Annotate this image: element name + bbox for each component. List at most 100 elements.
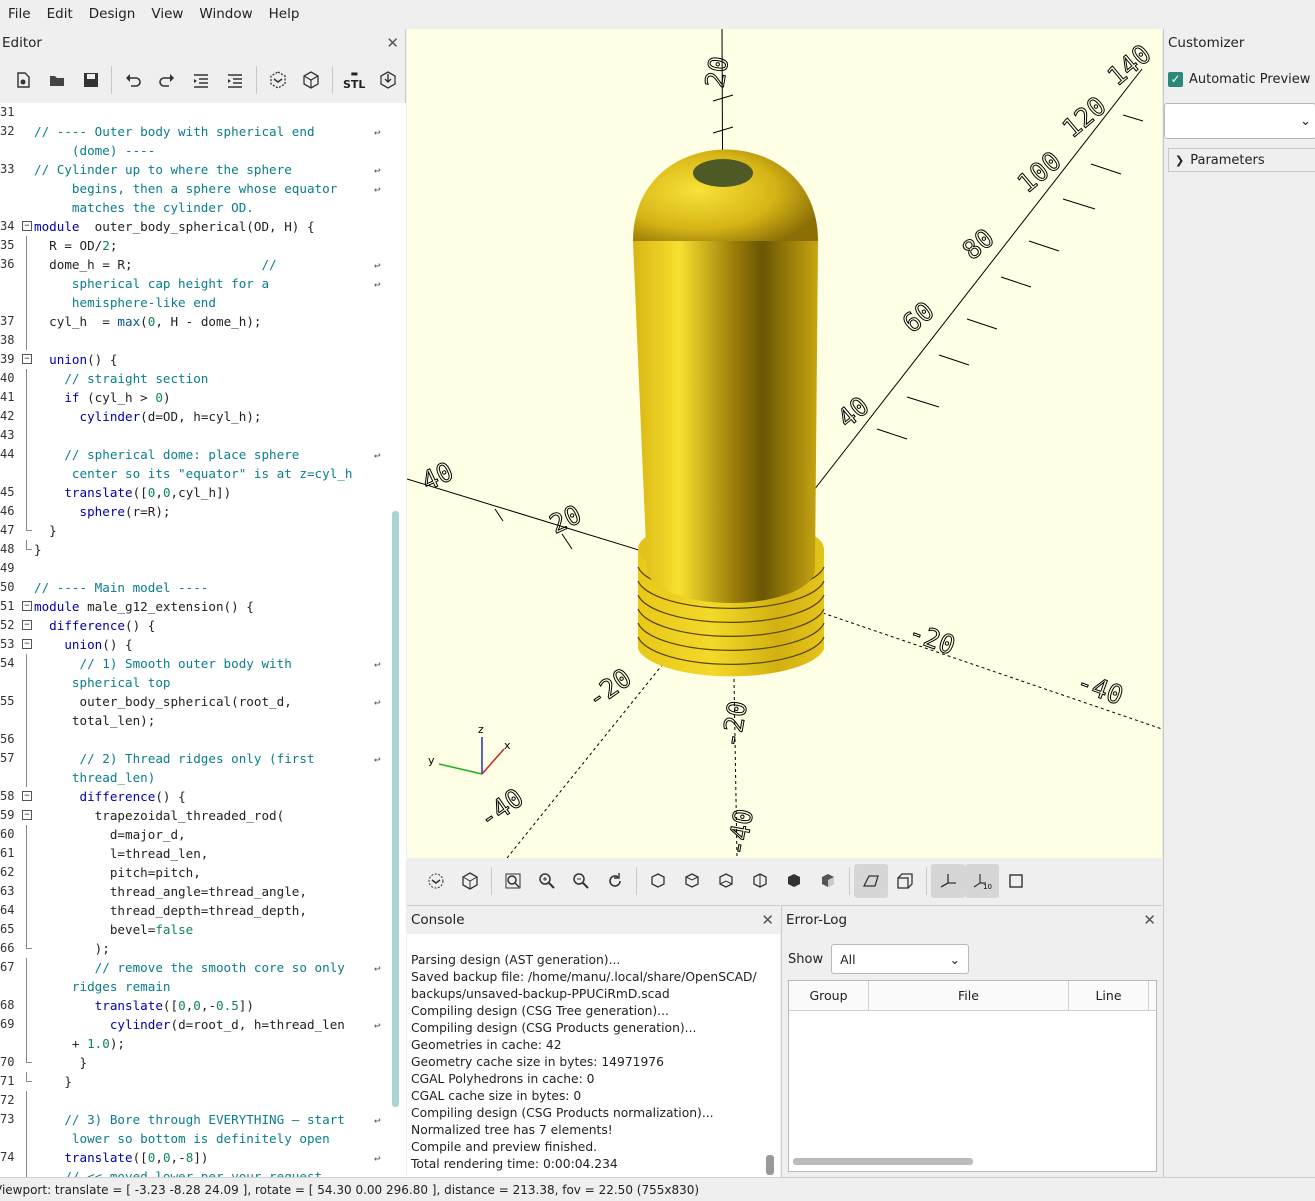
zoom-out-icon[interactable] (564, 864, 598, 898)
render-icon[interactable] (453, 864, 487, 898)
zoom-in-icon[interactable] (530, 864, 564, 898)
code-line[interactable]: 59− trapezoidal_threaded_rod( (0, 806, 406, 825)
code-line[interactable]: 39− union() { (0, 350, 406, 369)
open-file-icon[interactable] (40, 63, 74, 97)
code-line[interactable]: 43 (0, 426, 406, 445)
code-line[interactable]: hemisphere-like end (0, 293, 406, 312)
code-line[interactable]: 71 } (0, 1072, 406, 1091)
code-line[interactable]: (dome) ---- (0, 141, 406, 160)
code-line[interactable]: 33 // Cylinder up to where the sphere ↩ (0, 160, 406, 179)
show-scale-icon[interactable]: 10 (965, 864, 999, 898)
preview-icon[interactable] (261, 63, 295, 97)
column-header-group[interactable]: Group (789, 981, 869, 1010)
column-header-file[interactable]: File (869, 981, 1069, 1010)
fold-toggle-icon[interactable]: − (22, 810, 32, 820)
code-line[interactable]: 64 thread_depth=thread_depth, (0, 901, 406, 920)
fold-toggle-icon[interactable]: − (22, 601, 32, 611)
code-line[interactable]: ridges remain (0, 977, 406, 996)
close-icon[interactable]: ✕ (1143, 911, 1156, 929)
code-line[interactable]: 67 // remove the smooth core so only ↩ (0, 958, 406, 977)
new-file-icon[interactable] (6, 63, 40, 97)
code-line[interactable]: begins, then a sphere whose equator ↩ (0, 179, 406, 198)
parameters-group[interactable]: ❯ Parameters (1168, 148, 1315, 172)
code-line[interactable]: + 1.0); (0, 1034, 406, 1053)
view-bottom-icon[interactable] (709, 864, 743, 898)
code-line[interactable]: 55 outer_body_spherical(root_d, ↩ (0, 692, 406, 711)
menu-window[interactable]: Window (191, 6, 260, 22)
code-line[interactable]: 46 sphere(r=R); (0, 502, 406, 521)
code-line[interactable]: 42 cylinder(d=OD, h=cyl_h); (0, 407, 406, 426)
fold-toggle-icon[interactable]: − (22, 620, 32, 630)
code-line[interactable]: 53− union() { (0, 635, 406, 654)
code-line[interactable]: 72 (0, 1091, 406, 1110)
perspective-icon[interactable] (854, 864, 888, 898)
reset-view-icon[interactable] (598, 864, 632, 898)
code-line[interactable]: 61 l=thread_len, (0, 844, 406, 863)
menu-help[interactable]: Help (261, 6, 308, 22)
view-right-icon[interactable] (641, 864, 675, 898)
code-line[interactable]: 62 pitch=pitch, (0, 863, 406, 882)
code-line[interactable]: 51− module male_g12_extension() { (0, 597, 406, 616)
preset-select[interactable]: ⌄ (1164, 103, 1315, 139)
code-line[interactable]: 48} (0, 540, 406, 559)
code-line[interactable]: 45 translate([0,0,cyl_h]) (0, 483, 406, 502)
code-line[interactable]: 49 (0, 559, 406, 578)
fold-toggle-icon[interactable]: − (22, 639, 32, 649)
unindent-icon[interactable] (184, 63, 218, 97)
automatic-preview-checkbox[interactable]: ✓ (1168, 71, 1183, 87)
show-edges-icon[interactable] (999, 864, 1033, 898)
code-line[interactable]: 58− difference() { (0, 787, 406, 806)
show-select[interactable]: All ⌄ (831, 944, 970, 974)
code-line[interactable]: 68 translate([0,0,-0.5]) (0, 996, 406, 1015)
orthogonal-icon[interactable] (888, 864, 922, 898)
fold-toggle-icon[interactable]: − (22, 791, 32, 801)
code-line[interactable]: 32 // ---- Outer body with spherical end ↩ (0, 122, 406, 141)
editor-scrollbar[interactable] (392, 511, 399, 1107)
code-line[interactable]: 56 (0, 730, 406, 749)
code-line[interactable]: spherical cap height for a ↩ (0, 274, 406, 293)
code-line[interactable]: 54 // 1) Smooth outer body with ↩ (0, 654, 406, 673)
code-line[interactable]: 69 cylinder(d=root_d, h=thread_len ↩ (0, 1015, 406, 1034)
code-line[interactable]: thread_len) (0, 768, 406, 787)
code-line[interactable]: 36 dome_h = R; //↩ (0, 255, 406, 274)
code-line[interactable]: total_len); (0, 711, 406, 730)
code-line[interactable]: 52− difference() { (0, 616, 406, 635)
menu-file[interactable]: File (0, 6, 39, 22)
code-line[interactable]: 34− module outer_body_spherical(OD, H) { (0, 217, 406, 236)
view-all-icon[interactable] (496, 864, 530, 898)
view-front-icon[interactable] (777, 864, 811, 898)
view-left-icon[interactable] (743, 864, 777, 898)
fold-toggle-icon[interactable]: − (22, 221, 32, 231)
code-line[interactable]: // << moved lower per your request (0, 1167, 406, 1177)
code-editor[interactable]: 31 32 // ---- Outer body with spherical en… (0, 103, 406, 1177)
undo-icon[interactable] (116, 63, 150, 97)
render-icon[interactable] (295, 63, 329, 97)
export-stl-button[interactable]: ▬ STL (337, 63, 371, 97)
close-icon[interactable]: ✕ (761, 911, 774, 929)
code-line[interactable]: 41 if (cyl_h > 0) (0, 388, 406, 407)
code-line[interactable]: 60 d=major_d, (0, 825, 406, 844)
code-line[interactable]: 35 R = OD/2; (0, 236, 406, 255)
code-line[interactable]: 44 // spherical dome: place sphere ↩ (0, 445, 406, 464)
console-scrollbar[interactable] (766, 1155, 774, 1175)
code-line[interactable]: 40 // straight section (0, 369, 406, 388)
column-header-line[interactable]: Line (1069, 981, 1149, 1010)
code-line[interactable]: center so its "equator" is at z=cyl_h (0, 464, 406, 483)
code-line[interactable]: 38 (0, 331, 406, 350)
code-line[interactable]: matches the cylinder OD. (0, 198, 406, 217)
code-line[interactable]: 73 // 3) Bore through EVERYTHING — start… (0, 1110, 406, 1129)
code-line[interactable]: lower so bottom is definitely open (0, 1129, 406, 1148)
menu-design[interactable]: Design (81, 6, 144, 22)
code-line[interactable]: 57 // 2) Thread ridges only (first ↩ (0, 749, 406, 768)
save-icon[interactable] (74, 63, 108, 97)
3d-viewport[interactable]: 40 20 -20 -40 -20 -40 20 -20 -40 40 60 8… (407, 29, 1162, 858)
fold-toggle-icon[interactable]: − (22, 354, 32, 364)
menu-edit[interactable]: Edit (39, 6, 81, 22)
code-line[interactable]: 70 } (0, 1053, 406, 1072)
redo-icon[interactable] (150, 63, 184, 97)
code-line[interactable]: 47 } (0, 521, 406, 540)
code-line[interactable]: 50 // ---- Main model ---- (0, 578, 406, 597)
show-axes-icon[interactable] (931, 864, 965, 898)
code-line[interactable]: spherical top (0, 673, 406, 692)
view-back-icon[interactable] (811, 864, 845, 898)
